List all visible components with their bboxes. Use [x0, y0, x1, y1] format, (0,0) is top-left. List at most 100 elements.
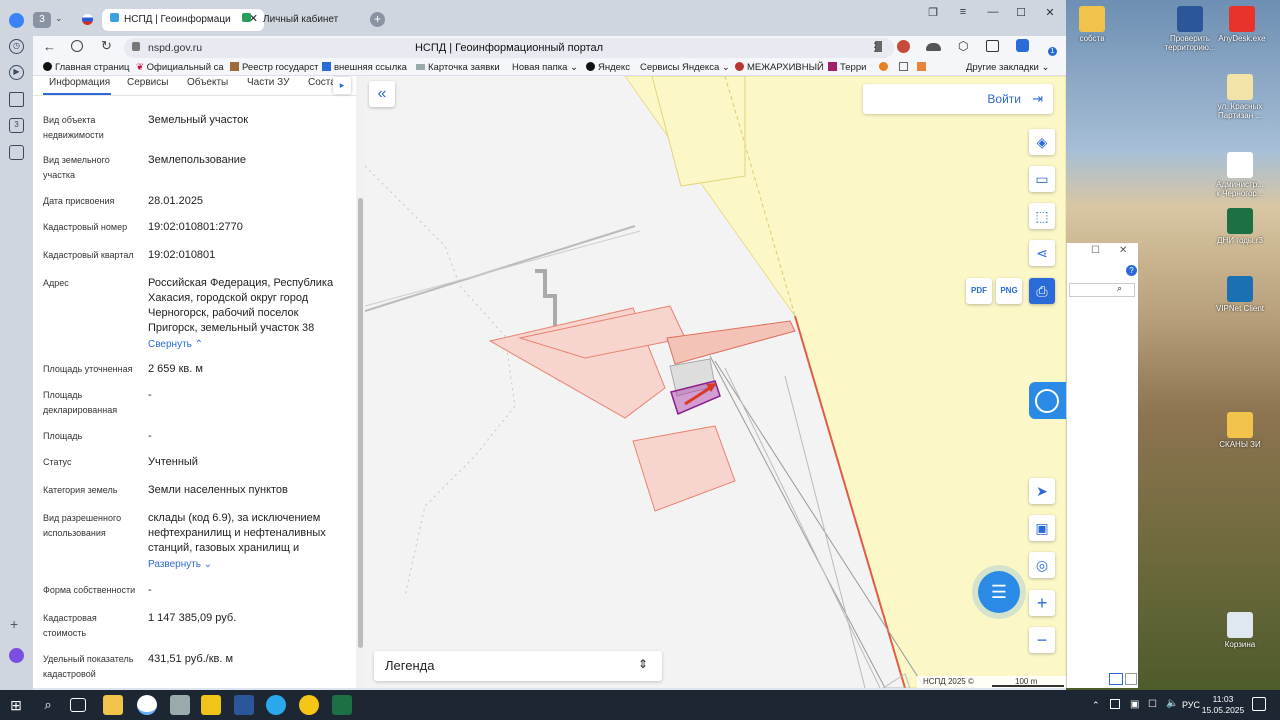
menu-icon[interactable]: ≡ — [955, 6, 971, 20]
export-pdf-button[interactable]: PDF — [966, 278, 992, 304]
tray-icon[interactable]: ▣ — [1130, 699, 1139, 710]
bookmark-item[interactable]: Терри — [828, 62, 866, 73]
bookmark-item[interactable]: ❦ Официальный са — [136, 62, 224, 73]
legend-toggle[interactable]: Легенда ⇕ — [374, 651, 662, 681]
assistant-widget-button[interactable] — [1029, 382, 1066, 419]
start-button[interactable]: ⊞ — [6, 695, 26, 715]
tab-information[interactable]: Информация — [49, 77, 110, 88]
chat-button[interactable]: ☰ — [978, 571, 1020, 613]
app-icon[interactable] — [201, 695, 221, 715]
select-area-button[interactable]: ⬚ — [1029, 203, 1055, 229]
explorer-icon[interactable] — [103, 695, 123, 715]
bookmark-folder[interactable]: Сервисы Яндекса ⌄ — [640, 62, 730, 73]
notifications-icon[interactable] — [1252, 697, 1266, 711]
bookmark-item[interactable]: Карточка заявки — [416, 62, 500, 73]
more-menu-icon[interactable]: ⋮ — [869, 40, 881, 54]
tab-services[interactable]: Сервисы — [127, 77, 168, 88]
maximize-button[interactable]: ☐ — [1091, 245, 1100, 256]
yandex-browser-icon[interactable] — [137, 695, 157, 715]
desktop-icon-anydesk[interactable]: AnyDesk.exe — [1216, 6, 1268, 43]
desktop-icon-vipnet[interactable]: VIPNet Client — [1214, 276, 1266, 313]
bookmark-folder[interactable]: Новая папка ⌄ — [512, 62, 578, 73]
desktop-icon-recycle-bin[interactable]: Корзина — [1214, 612, 1266, 649]
tab-composition[interactable]: Соста — [308, 77, 336, 88]
desktop-icon-word[interactable]: Проверить территорию... — [1164, 6, 1216, 52]
bookmark-item[interactable] — [917, 62, 926, 74]
share-button[interactable]: ⋖ — [1029, 240, 1055, 266]
export-png-button[interactable]: PNG — [996, 278, 1022, 304]
map-canvas[interactable]: « Войти ⇥ ◈ ▭ ⬚ ⋖ PDF PNG ⎙ ➤ ▣ ◎ ☰ + − … — [365, 76, 1066, 688]
bookmark-item[interactable]: Яндекс — [586, 62, 630, 73]
play-icon[interactable]: ▶ — [9, 65, 24, 80]
downloads-icon[interactable] — [986, 40, 999, 52]
new-tab-button[interactable]: + — [370, 12, 385, 27]
tray-chevron-icon[interactable]: ⌃ — [1092, 700, 1100, 711]
volume-icon[interactable]: 🔈 — [1166, 698, 1178, 709]
assistant-icon[interactable] — [9, 648, 24, 663]
geolocation-button[interactable]: ◎ — [1029, 552, 1055, 578]
network-icon[interactable] — [1110, 699, 1120, 709]
bookmark-item[interactable]: Реестр государст — [230, 62, 318, 73]
collapse-panel-button[interactable]: « — [369, 81, 395, 107]
desktop-icon-doc[interactable]: Администр... к Черногор... — [1214, 152, 1266, 198]
zoom-out-button[interactable]: − — [1029, 627, 1055, 653]
tray-icon[interactable]: ☐ — [1148, 699, 1157, 710]
layers-button[interactable]: ◈ — [1029, 129, 1055, 155]
bookmark-item[interactable]: МЕЖАРХИВНЫЙ — [735, 62, 824, 73]
desktop-icon-file[interactable]: ул. Красных Партизан ... — [1214, 74, 1266, 120]
search-input[interactable] — [1069, 283, 1135, 297]
profile-icon[interactable]: 1 — [1044, 39, 1059, 56]
background-window[interactable]: ☐ ✕ ? ⌕ — [1066, 243, 1138, 688]
minimap-button[interactable]: ▣ — [1029, 515, 1055, 541]
desktop-icon-scans[interactable]: СКАНЫ ЗИ — [1214, 412, 1266, 449]
1c-icon[interactable] — [299, 695, 319, 715]
tab-cabinet[interactable]: Личный кабинет — [234, 9, 354, 31]
tab-objects[interactable]: Объекты — [187, 77, 228, 88]
search-icon[interactable]: ⌕ — [38, 695, 58, 715]
other-bookmarks[interactable]: Другие закладки ⌄ — [966, 62, 1049, 73]
add-panel-icon[interactable]: + — [10, 616, 18, 632]
back-icon[interactable]: ← — [43, 39, 56, 54]
alice-icon[interactable] — [9, 13, 24, 28]
word-icon[interactable] — [234, 695, 254, 715]
print-button[interactable]: ⎙ — [1029, 278, 1055, 304]
task-view-icon[interactable] — [70, 698, 86, 712]
extension-icon[interactable] — [897, 40, 910, 53]
bookmark-item[interactable] — [879, 62, 888, 74]
close-window-button[interactable]: ✕ — [1042, 6, 1058, 20]
login-button[interactable]: Войти ⇥ — [863, 84, 1053, 114]
tiles-view-icon[interactable] — [1125, 673, 1137, 685]
bookmarks-window-icon[interactable]: ❐ — [925, 6, 941, 20]
counter-icon[interactable]: 3 — [9, 118, 24, 133]
bookmark-item[interactable] — [899, 62, 908, 74]
extension-icon[interactable] — [1016, 39, 1029, 52]
zoom-in-button[interactable]: + — [1029, 590, 1055, 616]
excel-icon[interactable] — [332, 695, 352, 715]
language-indicator[interactable]: РУС — [1182, 700, 1200, 710]
desktop-icon-folder[interactable]: собств — [1066, 6, 1118, 43]
telegram-icon[interactable] — [266, 695, 286, 715]
close-window-button[interactable]: ✕ — [1119, 245, 1127, 256]
puzzle-icon[interactable]: ⬡ — [958, 39, 968, 53]
desktop-icon-excel[interactable]: ДНИ годы.r3 — [1214, 208, 1266, 245]
tabs-scroll-right-button[interactable]: ▸ — [333, 77, 351, 94]
bookmark-item[interactable]: Главная страниц — [43, 62, 129, 73]
app-icon[interactable] — [170, 695, 190, 715]
help-icon[interactable]: ? — [1126, 265, 1137, 276]
extension-icon[interactable] — [926, 43, 941, 51]
minimize-button[interactable]: — — [985, 6, 1001, 20]
collections-icon[interactable] — [9, 92, 24, 107]
maximize-button[interactable]: ☐ — [1013, 6, 1029, 20]
locate-me-button[interactable]: ➤ — [1029, 478, 1055, 504]
scrollbar-thumb[interactable] — [358, 198, 363, 648]
clock[interactable]: 11:03 15.05.2025 — [1200, 694, 1246, 716]
screenshot-icon[interactable] — [9, 145, 24, 160]
protect-icon[interactable] — [71, 40, 83, 52]
panel-scrollbar[interactable] — [356, 76, 365, 688]
history-icon[interactable]: ◷ — [9, 39, 24, 54]
ruler-button[interactable]: ▭ — [1029, 166, 1055, 192]
tab-counter[interactable]: 3 — [33, 12, 51, 28]
reload-icon[interactable]: ↻ — [101, 38, 112, 54]
url-field[interactable]: nspd.gov.ru НСПД | Геоинформационный пор… — [124, 38, 894, 58]
details-view-icon[interactable] — [1109, 673, 1123, 685]
